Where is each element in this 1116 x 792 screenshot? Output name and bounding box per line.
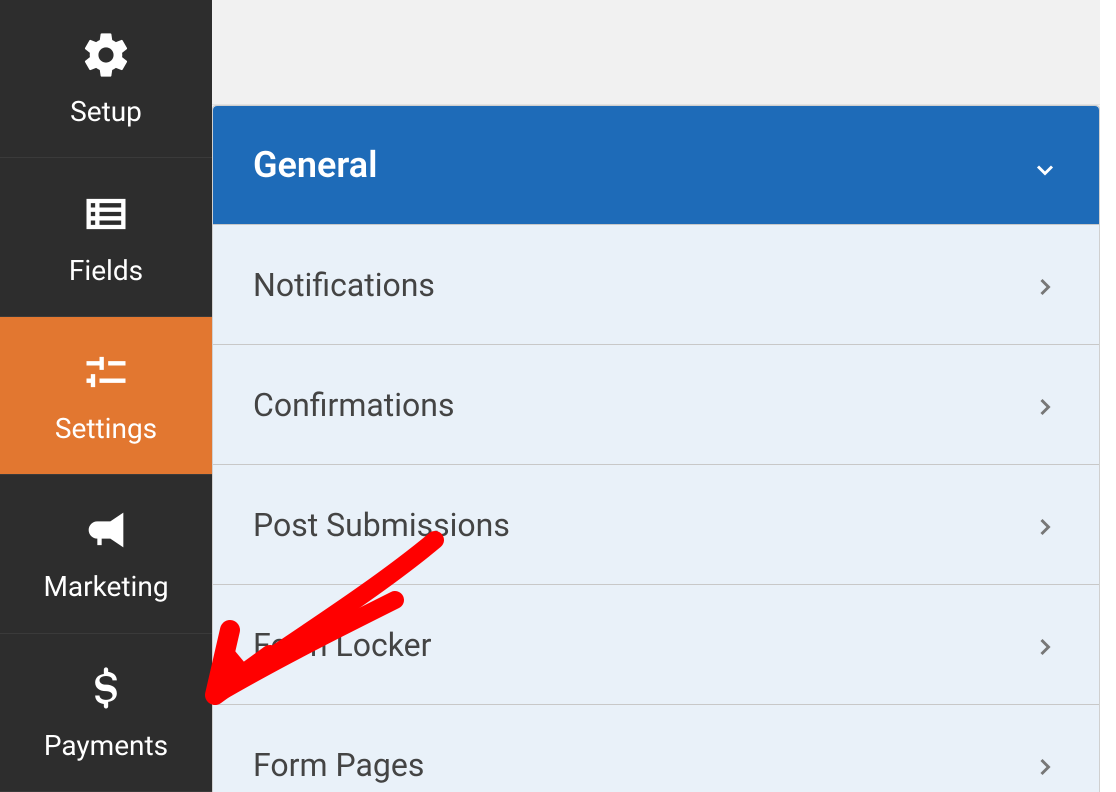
panel-row-confirmations[interactable]: Confirmations bbox=[213, 344, 1099, 464]
panel-row-label: Form Pages bbox=[253, 746, 424, 784]
chevron-right-icon bbox=[1031, 751, 1059, 779]
panel-row-notifications[interactable]: Notifications bbox=[213, 224, 1099, 344]
panel-row-label: Post Submissions bbox=[253, 506, 510, 544]
panel-row-label: Form Locker bbox=[253, 626, 431, 664]
chevron-right-icon bbox=[1031, 511, 1059, 539]
panel-section-general[interactable]: General bbox=[213, 106, 1099, 224]
panel-row-label: Notifications bbox=[253, 266, 435, 304]
sidebar-item-label: Fields bbox=[69, 254, 143, 287]
bullhorn-icon bbox=[80, 504, 132, 556]
sidebar: Setup Fields Settings Marketing Payments bbox=[0, 0, 212, 792]
sliders-icon bbox=[80, 346, 132, 398]
panel-row-label: Confirmations bbox=[253, 386, 454, 424]
main-content: General Notifications Confirmations bbox=[212, 0, 1100, 792]
sidebar-item-settings[interactable]: Settings bbox=[0, 317, 212, 475]
chevron-right-icon bbox=[1031, 391, 1059, 419]
sidebar-item-marketing[interactable]: Marketing bbox=[0, 475, 212, 633]
settings-panel: General Notifications Confirmations bbox=[212, 105, 1100, 792]
sidebar-item-label: Settings bbox=[55, 412, 157, 445]
panel-row-form-locker[interactable]: Form Locker bbox=[213, 584, 1099, 704]
sidebar-item-label: Setup bbox=[70, 95, 142, 128]
chevron-right-icon bbox=[1031, 271, 1059, 299]
topbar bbox=[212, 0, 1100, 105]
sidebar-item-label: Payments bbox=[44, 729, 168, 762]
settings-panel-container[interactable]: General Notifications Confirmations bbox=[212, 105, 1100, 792]
panel-row-form-pages[interactable]: Form Pages bbox=[213, 704, 1099, 792]
sidebar-item-label: Marketing bbox=[43, 570, 168, 603]
chevron-down-icon bbox=[1031, 151, 1059, 179]
sidebar-item-setup[interactable]: Setup bbox=[0, 0, 212, 158]
dollar-icon bbox=[80, 663, 132, 715]
app-root: Setup Fields Settings Marketing Payments bbox=[0, 0, 1100, 792]
chevron-right-icon bbox=[1031, 631, 1059, 659]
panel-header-label: General bbox=[253, 144, 377, 186]
sidebar-item-fields[interactable]: Fields bbox=[0, 158, 212, 316]
panel-row-post-submissions[interactable]: Post Submissions bbox=[213, 464, 1099, 584]
sidebar-item-payments[interactable]: Payments bbox=[0, 634, 212, 792]
gear-icon bbox=[80, 29, 132, 81]
list-icon bbox=[80, 188, 132, 240]
